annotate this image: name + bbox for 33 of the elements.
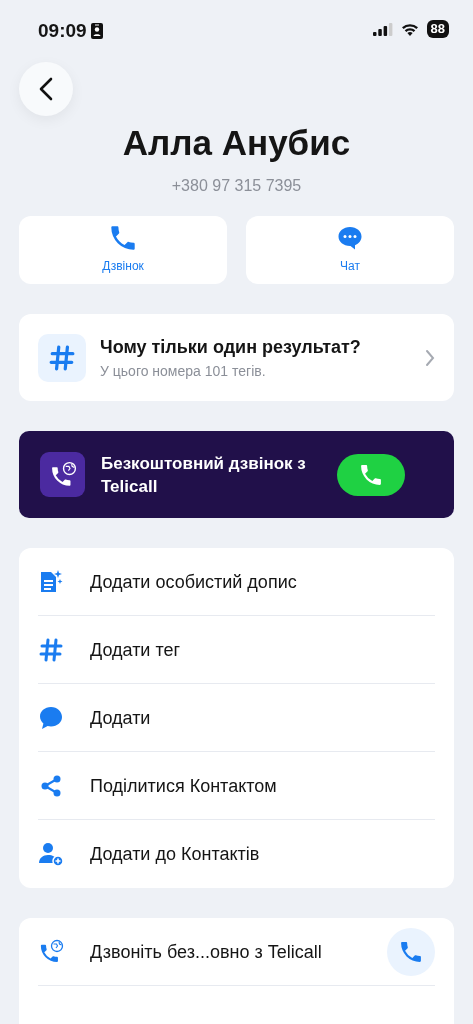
promo-banner[interactable]: Безкоштовний дзвінок з Telicall [19,431,454,518]
menu-item[interactable]: Додати особистий допис [38,548,435,616]
info-subtitle: У цього номера 101 тегів. [100,361,267,380]
hash-icon [39,637,63,662]
battery-level: 88 [426,20,449,38]
menu-item[interactable]: Поділитися Контактом [38,752,435,820]
signal-icon [372,22,393,36]
menu-item[interactable]: Додати [38,684,435,752]
promo-text: Безкоштовний дзвінок з Telicall [101,452,307,498]
note-sparkle-icon [38,568,64,595]
phone-icon [110,225,136,251]
phone-globe-icon [38,938,64,965]
hash-icon [49,344,75,371]
info-card[interactable]: Чому тільки один результат? У цього номера 101 тегів. [19,314,454,401]
phone-icon [360,463,382,486]
phone-number: +380 97 315 7395 [170,176,303,196]
chevron-right-icon [425,348,435,367]
menu-item[interactable]: Додати до Контактів [38,820,435,888]
speech-bubble-icon [38,704,64,731]
back-icon [39,77,53,101]
chat-icon [337,225,363,251]
menu-item[interactable]: Додати тег [38,616,435,684]
add-person-icon [38,841,64,867]
phone-icon [400,940,422,963]
contact-card-icon [90,23,103,39]
info-title: Чому тільки один результат? [100,335,362,358]
chat-button[interactable]: Чат [246,216,454,284]
status-time: 09:09 [38,20,87,42]
call-button[interactable] [337,453,405,496]
contact-name: Алла Анубис [121,122,352,164]
call-button[interactable]: Дзвінок [19,216,227,284]
wifi-icon [400,22,419,36]
share-icon [39,773,63,798]
